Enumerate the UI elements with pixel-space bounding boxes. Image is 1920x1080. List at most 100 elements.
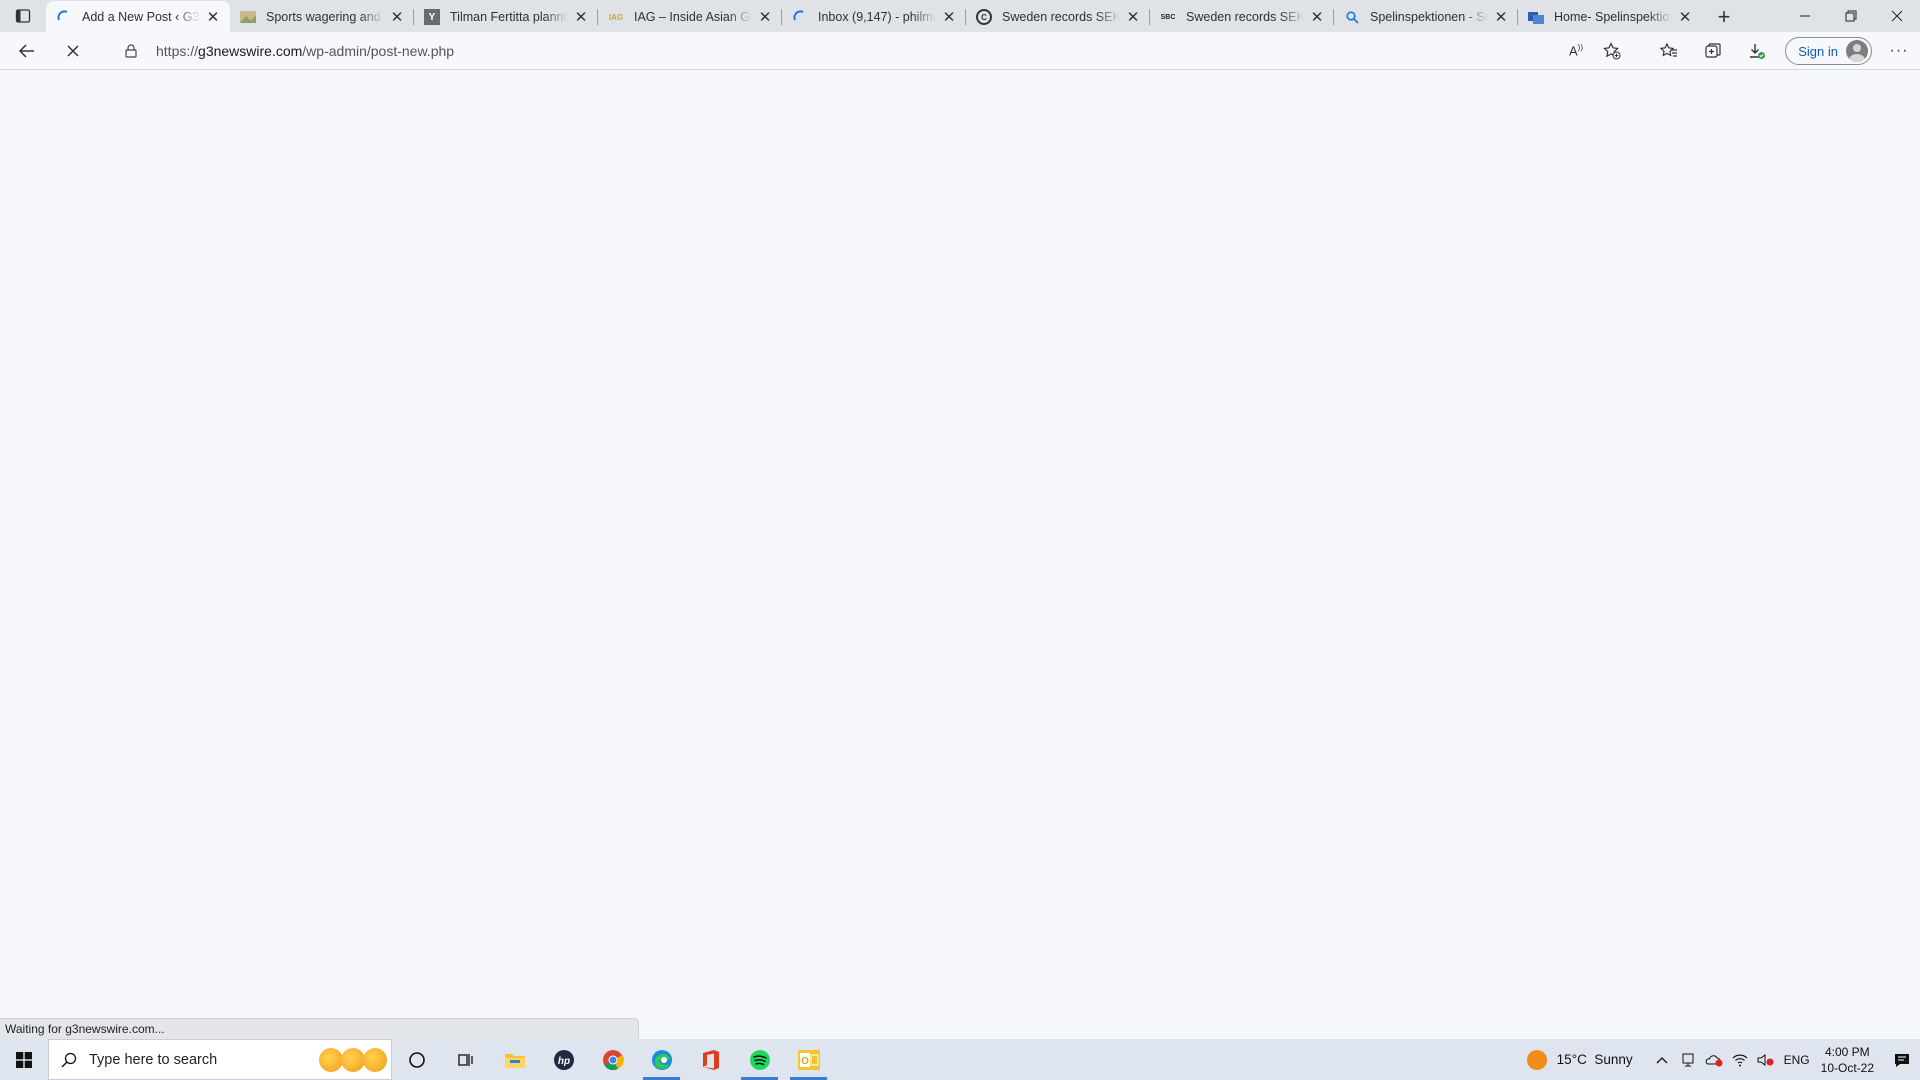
address-bar[interactable]: https://g3newswire.com/wp-admin/post-new… [104,35,1638,67]
tab-sweden-records-2[interactable]: SBC Sweden records SEK 6 ✕ [1150,2,1334,32]
downloads-button[interactable] [1735,35,1779,67]
close-icon[interactable]: ✕ [1492,8,1510,26]
show-hidden-icons-button[interactable] [1649,1039,1675,1080]
task-view-button[interactable] [441,1039,490,1080]
task-view-icon [457,1053,473,1066]
chrome-icon [602,1049,624,1070]
image-icon [240,9,256,25]
hp-app-button[interactable]: hp [539,1039,588,1080]
new-tab-button[interactable]: + [1706,2,1742,32]
language-indicator: ENG [1783,1052,1810,1067]
weather-widget[interactable]: 15°C Sunny [1526,1049,1633,1070]
search-highlight-emoji-icon[interactable] [319,1048,387,1072]
read-aloud-button[interactable]: A)) [1558,35,1594,67]
lock-icon[interactable] [116,44,146,58]
tab-title: Add a New Post ‹ G3 Newswire [82,9,200,24]
folder-icon [1528,9,1544,25]
close-icon[interactable]: ✕ [940,8,958,26]
clock-date: 10-Oct-22 [1820,1060,1874,1075]
office-button[interactable] [686,1039,735,1080]
volume-button[interactable] [1753,1039,1779,1080]
close-icon[interactable]: ✕ [388,8,406,26]
system-tray: 15°C Sunny ENG 4:00 PM 10-Oct-22 [1526,1039,1920,1080]
back-arrow-icon [18,43,34,58]
close-icon[interactable]: ✕ [756,8,774,26]
tab-title: Sweden records SEK 6 [1186,10,1304,24]
star-add-icon [1603,42,1621,60]
stop-loading-button[interactable] [55,35,91,67]
minimize-button[interactable] [1782,0,1828,32]
read-aloud-icon: A)) [1569,43,1583,59]
chevron-up-icon [1656,1056,1668,1063]
tab-iag[interactable]: IAG IAG – Inside Asian Gaming ✕ [598,2,782,32]
download-icon [1750,44,1766,59]
plus-icon: + [1717,4,1731,29]
outlook-button[interactable]: O [784,1039,833,1080]
tab-sports-wagering[interactable]: Sports wagering and iGaming ✕ [230,2,414,32]
tab-title: Inbox (9,147) - philma [818,10,936,24]
tab-strip: Add a New Post ‹ G3 Newswire ✕ Sports wa… [0,0,1920,32]
status-text: Waiting for g3newswire.com... [5,1022,165,1036]
add-favorite-button[interactable] [1594,35,1630,67]
tab-title: Sports wagering and iGaming [266,10,384,24]
status-bar: Waiting for g3newswire.com... [0,1018,639,1039]
tray-app-button[interactable] [1675,1039,1701,1080]
close-window-button[interactable] [1874,0,1920,32]
edge-button[interactable] [637,1039,686,1080]
restore-button[interactable] [1828,0,1874,32]
sbc-icon: SBC [1160,13,1176,21]
spotify-button[interactable] [735,1039,784,1080]
c-logo-icon: C [976,9,992,25]
network-button[interactable] [1727,1039,1753,1080]
close-icon[interactable]: ✕ [572,8,590,26]
close-icon[interactable]: ✕ [1676,8,1694,26]
windows-taskbar: Type here to search hp O 15°C Sunny ENG … [0,1039,1920,1080]
tab-sweden-records-1[interactable]: C Sweden records SEK 6 ✕ [966,2,1150,32]
notifications-button[interactable] [1884,1039,1920,1080]
edge-icon [651,1049,672,1070]
tab-title: Spelinspektionen - Se [1370,10,1488,24]
tab-title: Sweden records SEK 6 [1002,10,1120,24]
notification-icon [1895,1053,1909,1067]
tab-actions-button[interactable] [0,0,46,32]
speaker-muted-icon [1757,1053,1774,1066]
clock-time: 4:00 PM [1824,1044,1870,1059]
tab-add-new-post[interactable]: Add a New Post ‹ G3 Newswire ✕ [46,1,230,32]
close-icon[interactable]: ✕ [1124,8,1142,26]
tabs-list: Add a New Post ‹ G3 Newswire ✕ Sports wa… [46,0,1702,32]
search-icon [61,1052,77,1067]
collections-icon [1705,43,1721,58]
start-button[interactable] [0,1039,48,1080]
sign-in-button[interactable]: Sign in [1785,37,1872,65]
url-scheme: https:// [156,43,199,59]
close-icon[interactable]: ✕ [1308,8,1326,26]
tab-title: Home- Spelinspektionen [1554,10,1672,24]
cortana-button[interactable] [392,1039,441,1080]
taskbar-search[interactable]: Type here to search [48,1039,392,1080]
address-actions: A)) [1558,35,1630,67]
minimize-icon [1800,15,1810,17]
tab-home-spelinspektionen[interactable]: Home- Spelinspektionen ✕ [1518,2,1702,32]
clock[interactable]: 4:00 PM 10-Oct-22 [1821,1044,1874,1076]
chrome-button[interactable] [588,1039,637,1080]
collections-button[interactable] [1691,35,1735,67]
cloud-error-icon [1705,1054,1723,1066]
tab-title: Tilman Fertitta planning [450,10,568,24]
tab-spelinspektionen-search[interactable]: Spelinspektionen - Se ✕ [1334,2,1518,32]
close-icon[interactable]: ✕ [204,8,222,26]
display-icon [1682,1053,1694,1066]
favorites-button[interactable] [1647,35,1691,67]
language-button[interactable]: ENG [1779,1039,1815,1080]
back-button[interactable] [9,35,45,67]
search-placeholder: Type here to search [89,1051,218,1068]
outlook-icon: O [797,1049,820,1070]
windows-icon [16,1051,32,1068]
sign-in-label: Sign in [1798,43,1838,59]
url-text[interactable]: https://g3newswire.com/wp-admin/post-new… [156,43,454,59]
settings-menu-button[interactable]: ··· [1878,35,1920,67]
page-content [0,70,1920,1039]
file-explorer-button[interactable] [490,1039,539,1080]
tab-tilman-fertitta[interactable]: Y Tilman Fertitta planning ✕ [414,2,598,32]
onedrive-button[interactable] [1701,1039,1727,1080]
tab-inbox[interactable]: Inbox (9,147) - philma ✕ [782,2,966,32]
